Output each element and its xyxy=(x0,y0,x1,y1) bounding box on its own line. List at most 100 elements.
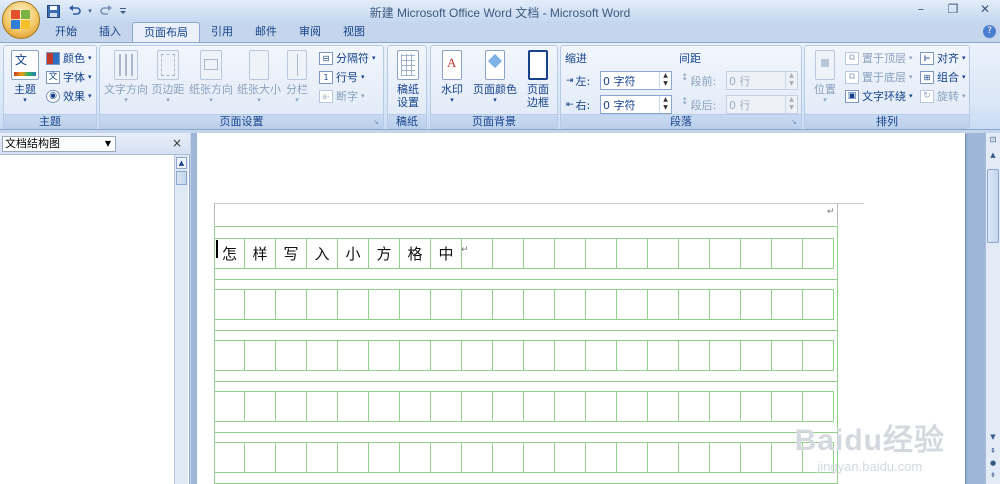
spacing-after-input[interactable]: 0 行 ▲ ▼ xyxy=(726,95,798,114)
grid-cell[interactable] xyxy=(369,340,400,371)
grid-cell[interactable] xyxy=(462,340,493,371)
grid-cell[interactable] xyxy=(493,391,524,422)
breaks-button[interactable]: ⊟ 分隔符 ▾ xyxy=(319,50,376,67)
grid-cell[interactable]: 样 xyxy=(245,238,276,269)
manuscript-setup-button[interactable]: 稿纸 设置 xyxy=(390,50,426,109)
grid-cell[interactable] xyxy=(679,238,710,269)
spacing-before-spinner-icon[interactable]: ▲ ▼ xyxy=(785,72,797,89)
spacing-before-input[interactable]: 0 行 ▲ ▼ xyxy=(726,71,798,90)
text-wrapping-button[interactable]: ▣ 文字环绕 ▾ xyxy=(845,88,913,105)
page-setup-launcher-icon[interactable]: ↘ xyxy=(373,118,381,126)
grid-cell[interactable] xyxy=(276,442,307,473)
indent-left-spinner-icon[interactable]: ▲ ▼ xyxy=(659,72,671,89)
page-color-button[interactable]: 页面颜色 ▾ xyxy=(471,50,519,105)
grid-cell[interactable] xyxy=(741,442,772,473)
grid-cell[interactable]: 格 xyxy=(400,238,431,269)
grid-cell[interactable] xyxy=(617,238,648,269)
grid-cell[interactable] xyxy=(617,340,648,371)
grid-cell[interactable] xyxy=(493,442,524,473)
line-numbers-button[interactable]: 1 行号 ▾ xyxy=(319,69,365,86)
grid-cell[interactable] xyxy=(648,289,679,320)
scroll-down-icon[interactable]: ▼ xyxy=(987,431,999,443)
grid-cell[interactable]: 中 xyxy=(431,238,462,269)
grid-cell[interactable] xyxy=(214,340,245,371)
grid-cell[interactable] xyxy=(741,289,772,320)
grid-cell[interactable] xyxy=(772,238,803,269)
grid-cell[interactable] xyxy=(400,391,431,422)
office-button[interactable] xyxy=(2,1,40,39)
grid-cell[interactable] xyxy=(245,289,276,320)
grid-cell[interactable] xyxy=(679,391,710,422)
grid-cell[interactable] xyxy=(772,289,803,320)
theme-fonts-button[interactable]: 文 字体 ▾ xyxy=(46,69,92,86)
themes-button[interactable]: 文 主题 ▾ xyxy=(7,50,43,105)
grid-cell[interactable]: 入 xyxy=(307,238,338,269)
grid-cell[interactable] xyxy=(431,340,462,371)
grid-cell[interactable] xyxy=(772,340,803,371)
grid-cell[interactable] xyxy=(710,442,741,473)
grid-cell[interactable] xyxy=(710,238,741,269)
grid-cell[interactable]: 小 xyxy=(338,238,369,269)
align-button[interactable]: ⊫ 对齐 ▾ xyxy=(920,50,966,67)
scroll-up-icon[interactable]: ▲ xyxy=(176,157,187,169)
grid-cell[interactable] xyxy=(307,391,338,422)
grid-cell[interactable] xyxy=(493,289,524,320)
page-borders-button[interactable]: 页面 边框 xyxy=(521,50,555,109)
document-map-close-button[interactable]: × xyxy=(172,136,182,150)
grid-cell[interactable]: 方 xyxy=(369,238,400,269)
document-vertical-scrollbar[interactable]: ⊡ ▲ ▼ ⇞ ● ⇟ xyxy=(985,133,1000,484)
grid-cell[interactable] xyxy=(307,442,338,473)
watermark-button[interactable]: A 水印 ▾ xyxy=(435,50,469,105)
grid-cell[interactable] xyxy=(307,289,338,320)
grid-cell[interactable] xyxy=(245,442,276,473)
grid-cell[interactable] xyxy=(803,238,834,269)
send-to-back-button[interactable]: ⧉ 置于底层 ▾ xyxy=(845,69,913,86)
document-map-view-select[interactable]: 文档结构图 ▼ xyxy=(2,136,116,152)
help-icon[interactable]: ? xyxy=(983,25,996,38)
grid-cell[interactable] xyxy=(307,340,338,371)
grid-cell[interactable] xyxy=(741,340,772,371)
indent-right-spinner-icon[interactable]: ▲ ▼ xyxy=(659,96,671,113)
next-page-icon[interactable]: ⇟ xyxy=(987,471,999,481)
scroll-up-icon[interactable]: ▲ xyxy=(987,149,999,161)
grid-cell[interactable] xyxy=(555,238,586,269)
grid-cell[interactable] xyxy=(462,391,493,422)
grid-cell[interactable] xyxy=(462,442,493,473)
tab-view[interactable]: 视图 xyxy=(332,22,376,42)
grid-cell[interactable] xyxy=(524,340,555,371)
bring-to-front-button[interactable]: ⧉ 置于顶层 ▾ xyxy=(845,50,913,67)
orientation-button[interactable]: 纸张方向 ▾ xyxy=(188,50,234,105)
previous-page-icon[interactable]: ⇞ xyxy=(987,447,999,457)
grid-cell[interactable] xyxy=(462,289,493,320)
scroll-thumb[interactable] xyxy=(987,169,999,243)
columns-button[interactable]: 分栏 ▾ xyxy=(284,50,310,105)
hyphenation-button[interactable]: a- 断字 ▾ xyxy=(319,88,365,105)
restore-button[interactable]: ❐ xyxy=(942,1,964,17)
grid-cell[interactable] xyxy=(245,391,276,422)
group-objects-button[interactable]: ⊞ 组合 ▾ xyxy=(920,69,966,86)
grid-cell[interactable] xyxy=(679,442,710,473)
minimize-button[interactable]: – xyxy=(910,1,932,17)
grid-cell[interactable]: 写 xyxy=(276,238,307,269)
grid-cell[interactable] xyxy=(493,238,524,269)
grid-cell[interactable] xyxy=(338,391,369,422)
grid-cell[interactable] xyxy=(431,442,462,473)
grid-cell[interactable] xyxy=(524,391,555,422)
chevron-down-icon[interactable]: ▼ xyxy=(101,137,115,151)
grid-cell[interactable] xyxy=(276,391,307,422)
grid-cell[interactable] xyxy=(276,340,307,371)
theme-colors-button[interactable]: 颜色 ▾ xyxy=(46,50,92,67)
rotate-button[interactable]: ↻ 旋转 ▾ xyxy=(920,88,966,105)
grid-cell[interactable] xyxy=(586,238,617,269)
scroll-thumb[interactable] xyxy=(176,171,187,185)
tab-insert[interactable]: 插入 xyxy=(88,22,132,42)
grid-cell[interactable] xyxy=(803,340,834,371)
grid-cell[interactable] xyxy=(648,391,679,422)
grid-cell[interactable] xyxy=(369,391,400,422)
ruler-toggle-icon[interactable]: ⊡ xyxy=(987,135,999,145)
grid-cell[interactable] xyxy=(431,289,462,320)
grid-cell[interactable]: 怎 xyxy=(214,238,245,269)
grid-cell[interactable] xyxy=(493,340,524,371)
grid-cell[interactable] xyxy=(586,391,617,422)
tab-page-layout[interactable]: 页面布局 xyxy=(132,22,200,43)
